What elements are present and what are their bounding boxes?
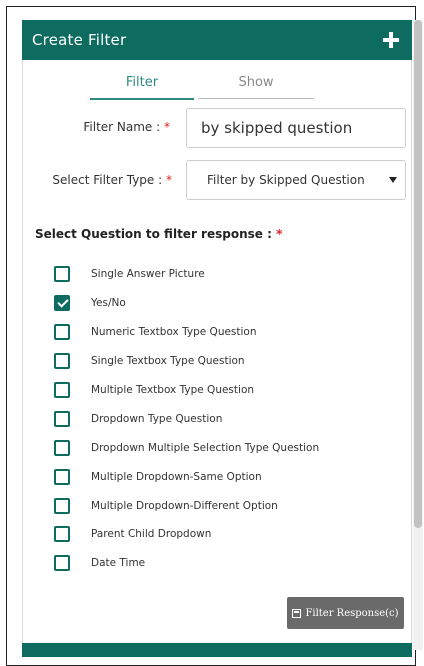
question-item[interactable]: Single Textbox Type Question: [54, 347, 394, 376]
question-item[interactable]: Multiple Textbox Type Question: [54, 376, 394, 405]
required-marker: *: [276, 227, 283, 241]
question-label: Date Time: [91, 557, 146, 570]
checkbox[interactable]: [54, 497, 70, 514]
checkbox[interactable]: [54, 526, 70, 543]
required-marker: *: [164, 120, 170, 134]
scrollbar-thumb[interactable]: [414, 20, 422, 528]
question-item[interactable]: Multiple Dropdown-Same Option: [54, 462, 394, 491]
filter-name-input[interactable]: by skipped question: [186, 108, 406, 148]
filter-name-label-text: Filter Name :: [83, 120, 161, 134]
question-item[interactable]: Numeric Textbox Type Question: [54, 318, 394, 347]
question-label: Single Textbox Type Question: [91, 355, 245, 368]
tab-filter[interactable]: Filter: [90, 72, 194, 100]
required-marker: *: [166, 173, 172, 187]
save-icon: [292, 608, 302, 618]
checkbox[interactable]: [54, 439, 70, 456]
question-item[interactable]: Parent Child Dropdown: [54, 520, 394, 549]
filter-type-selected-value: Filter by Skipped Question: [207, 173, 365, 187]
filter-name-label: Filter Name : *: [40, 120, 170, 134]
question-label: Multiple Dropdown-Same Option: [91, 470, 262, 483]
question-label: Single Answer Picture: [91, 268, 205, 281]
question-section-label: Select Question to filter response : *: [35, 227, 282, 241]
caret-down-icon: [389, 177, 397, 183]
checkbox[interactable]: [54, 295, 70, 312]
question-label: Dropdown Multiple Selection Type Questio…: [91, 441, 320, 454]
filter-response-button[interactable]: Filter Response(c): [287, 597, 404, 629]
checkbox[interactable]: [54, 353, 70, 370]
filter-type-label: Select Filter Type : *: [30, 173, 172, 187]
question-list: Single Answer Picture Yes/No Numeric Tex…: [54, 260, 394, 578]
checkbox[interactable]: [54, 382, 70, 398]
question-item[interactable]: Single Answer Picture: [54, 260, 394, 289]
question-item[interactable]: Dropdown Multiple Selection Type Questio…: [54, 433, 394, 462]
next-panel-header: [22, 643, 412, 657]
question-item[interactable]: Date Time: [54, 549, 394, 578]
question-label: Numeric Textbox Type Question: [91, 326, 257, 339]
checkbox[interactable]: [54, 410, 70, 427]
checkbox[interactable]: [54, 468, 70, 485]
filter-type-label-text: Select Filter Type :: [52, 173, 163, 187]
checkbox[interactable]: [54, 266, 70, 283]
tab-show[interactable]: Show: [198, 72, 314, 99]
question-label: Dropdown Type Question: [91, 412, 223, 425]
filter-response-label: Filter Response(c): [305, 607, 399, 619]
question-label: Parent Child Dropdown: [91, 528, 212, 541]
checkbox[interactable]: [54, 324, 70, 341]
question-section-label-text: Select Question to filter response :: [35, 227, 272, 241]
question-item[interactable]: Yes/No: [54, 289, 394, 318]
question-label: Multiple Textbox Type Question: [91, 384, 255, 396]
question-item[interactable]: Dropdown Type Question: [54, 404, 394, 433]
tab-bar: Filter Show: [90, 72, 314, 100]
question-item[interactable]: Multiple Dropdown-Different Option: [54, 491, 394, 520]
question-label: Multiple Dropdown-Different Option: [91, 499, 278, 512]
panel-header: Create Filter: [22, 20, 412, 60]
panel-title: Create Filter: [32, 31, 127, 49]
filter-type-select[interactable]: Filter by Skipped Question: [186, 160, 406, 200]
plus-icon[interactable]: [382, 31, 400, 49]
checkbox[interactable]: [54, 555, 70, 572]
question-label: Yes/No: [91, 297, 126, 310]
